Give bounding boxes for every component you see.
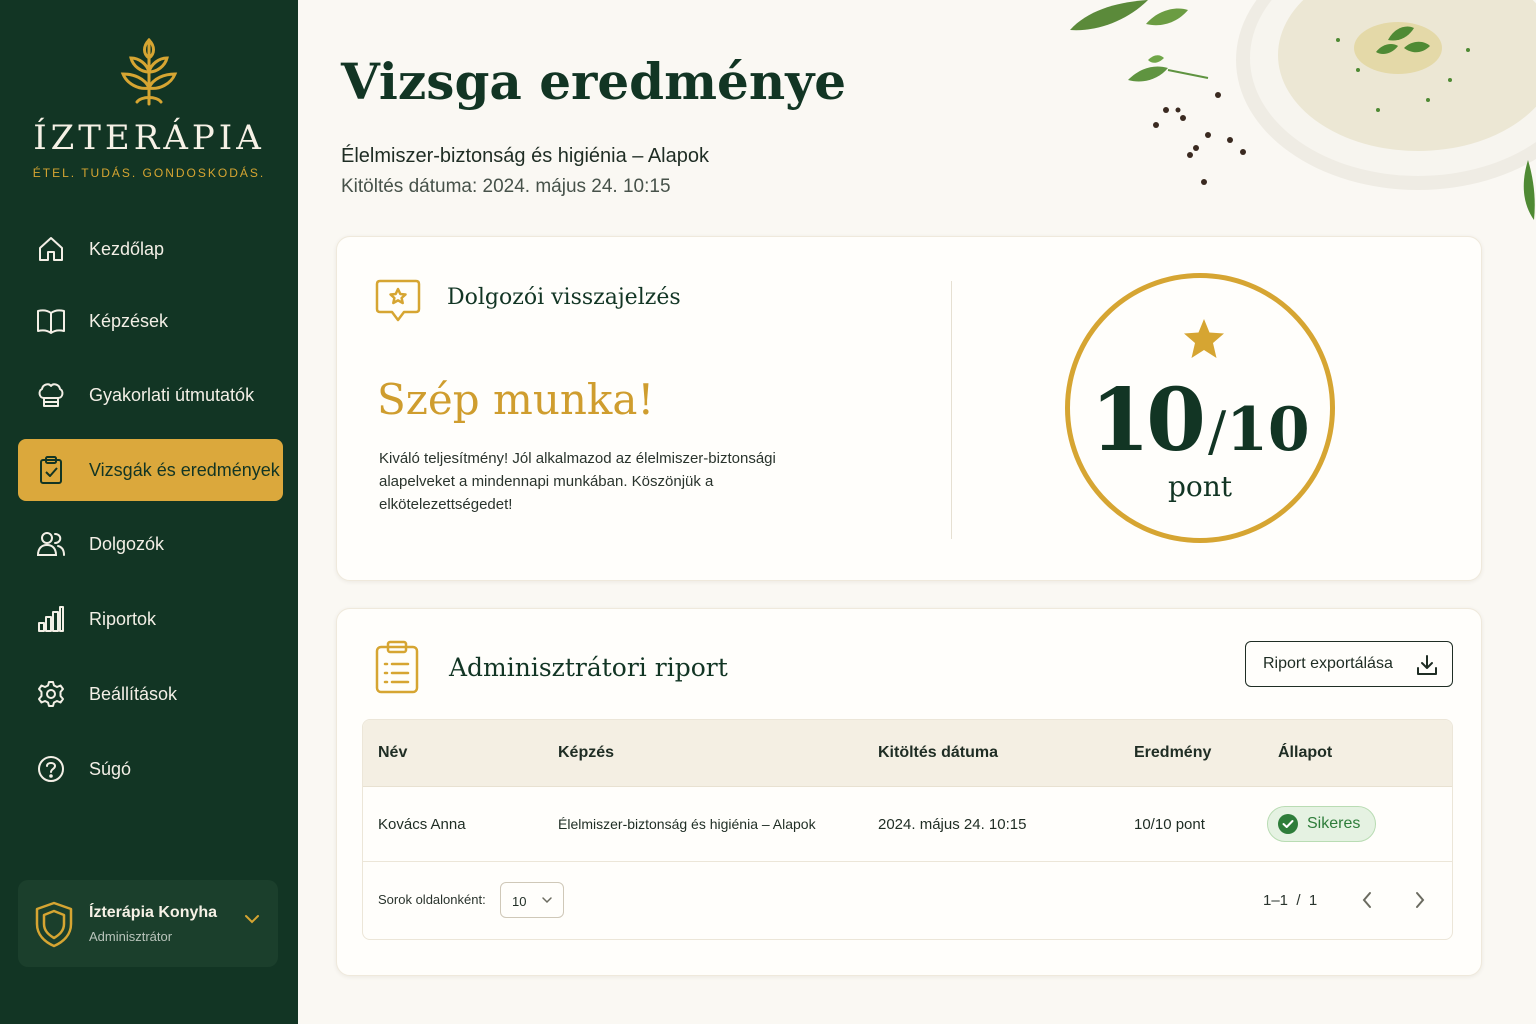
shield-icon <box>35 901 73 947</box>
main-content: Vizsga eredménye Élelmiszer-biztonság és… <box>298 0 1536 1024</box>
account-switcher[interactable]: Ízterápia Konyha Adminisztrátor <box>18 880 278 967</box>
table-footer: Sorok oldalonként: 10 1–1 / 1 <box>363 862 1452 939</box>
brand-name: ÍZTERÁPIA <box>33 118 265 158</box>
bar-chart-icon <box>36 604 66 634</box>
sidebar-item-label: Kezdőlap <box>89 238 165 259</box>
sidebar-item-riportok[interactable]: Riportok <box>18 588 283 650</box>
soup-bowl-decoration <box>1070 0 1536 220</box>
admin-report-card: Adminisztrátori riport Riport exportálás… <box>336 608 1482 976</box>
score-circle: 10/10 pont <box>1065 273 1335 543</box>
page-title: Vizsga eredménye <box>341 52 847 111</box>
sidebar-item-kezdolap[interactable]: Kezdőlap <box>18 218 283 280</box>
cell-result: 10/10 pont <box>1134 816 1205 833</box>
sidebar-item-kepzesek[interactable]: Képzések <box>18 290 283 352</box>
status-label: Sikeres <box>1307 815 1361 832</box>
sidebar-item-label: Dolgozók <box>89 533 165 554</box>
status-badge: Sikeres <box>1267 806 1376 842</box>
score-separator: / <box>1207 400 1227 463</box>
table-header: Név Képzés Kitöltés dátuma Eredmény Álla… <box>363 720 1452 787</box>
sidebar-item-label: Riportok <box>89 608 157 629</box>
feedback-text: Kiváló teljesítmény! Jól alkalmazod az é… <box>379 450 776 513</box>
sidebar-item-beallitasok[interactable]: Beállítások <box>18 663 283 725</box>
users-icon <box>36 529 66 559</box>
results-table: Név Képzés Kitöltés dátuma Eredmény Álla… <box>362 719 1453 940</box>
score-value: 10/10 <box>1070 370 1330 471</box>
chef-hat-icon <box>36 380 66 410</box>
gear-icon <box>36 679 66 709</box>
sidebar-item-label: Gyakorlati útmutatók <box>89 384 255 405</box>
check-circle-icon <box>1278 814 1298 834</box>
column-header-eredmeny[interactable]: Eredmény <box>1134 744 1211 762</box>
clipboard-check-icon <box>36 455 66 485</box>
export-report-label: Riport exportálása <box>1263 655 1393 672</box>
clipboard-list-icon <box>375 640 419 694</box>
cell-date: 2024. május 24. 10:15 <box>878 816 1027 833</box>
brand-logo[interactable]: ÍZTERÁPIA ÉTEL. TUDÁS. GONDOSKODÁS. <box>0 32 298 180</box>
feedback-card: Dolgozói visszajelzés Szép munka! Kiváló… <box>336 236 1482 581</box>
chevron-left-icon <box>1362 892 1371 908</box>
rows-per-page-value: 10 <box>512 894 527 909</box>
help-icon <box>36 754 66 784</box>
report-title: Adminisztrátori riport <box>449 653 728 682</box>
rows-per-page-select[interactable]: 10 <box>500 882 564 918</box>
star-badge-icon <box>375 279 421 322</box>
column-header-nev[interactable]: Név <box>378 744 407 762</box>
chevron-down-icon <box>542 897 552 904</box>
column-header-kepzes[interactable]: Képzés <box>558 744 614 762</box>
sidebar-item-label: Képzések <box>89 310 169 331</box>
cell-name: Kovács Anna <box>378 816 466 833</box>
next-page-button[interactable] <box>1409 889 1431 911</box>
wheat-leaf-icon <box>120 37 178 106</box>
score-total: 10 <box>1226 395 1310 465</box>
score-unit: pont <box>1167 470 1233 503</box>
column-header-allapot[interactable]: Állapot <box>1278 744 1332 762</box>
divider <box>951 281 952 539</box>
sidebar-item-dolgozok[interactable]: Dolgozók <box>18 513 283 575</box>
feedback-title: Dolgozói visszajelzés <box>447 285 681 310</box>
download-icon <box>1417 655 1437 675</box>
export-report-button[interactable]: Riport exportálása <box>1245 641 1453 687</box>
feedback-headline: Szép munka! <box>377 375 655 424</box>
previous-page-button[interactable] <box>1356 889 1378 911</box>
account-name: Ízterápia Konyha <box>89 903 218 921</box>
sidebar: ÍZTERÁPIA ÉTEL. TUDÁS. GONDOSKODÁS. Kezd… <box>0 0 298 1024</box>
completion-date: Kitöltés dátuma: 2024. május 24. 10:15 <box>341 176 671 197</box>
column-header-kitoltes-datuma[interactable]: Kitöltés dátuma <box>878 744 998 762</box>
brand-tagline: ÉTEL. TUDÁS. GONDOSKODÁS. <box>32 166 266 180</box>
rows-per-page-label: Sorok oldalonként: <box>378 892 486 907</box>
book-icon <box>36 306 66 336</box>
sidebar-item-vizsgak-es-eredmenyek[interactable]: Vizsgák és eredmények <box>18 439 283 501</box>
pagination-info: 1–1 / 1 <box>1263 892 1318 909</box>
account-role: Adminisztrátor <box>89 928 173 944</box>
sidebar-item-sugo[interactable]: Súgó <box>18 738 283 800</box>
score-achieved: 10 <box>1090 370 1206 471</box>
home-icon <box>36 234 66 264</box>
page-subtitle: Élelmiszer-biztonság és higiénia – Alapo… <box>341 145 709 167</box>
chevron-down-icon <box>245 915 259 924</box>
sidebar-item-gyakorlati-utmutatok[interactable]: Gyakorlati útmutatók <box>18 364 283 426</box>
table-row[interactable]: Kovács Anna Élelmiszer-biztonság és higi… <box>363 787 1452 862</box>
star-icon <box>1184 319 1224 358</box>
sidebar-item-label: Vizsgák és eredmények <box>89 459 280 480</box>
sidebar-item-label: Súgó <box>89 758 132 779</box>
cell-course: Élelmiszer-biztonság és higiénia – Alapo… <box>558 816 816 832</box>
sidebar-item-label: Beállítások <box>89 683 178 704</box>
chevron-right-icon <box>1416 892 1425 908</box>
